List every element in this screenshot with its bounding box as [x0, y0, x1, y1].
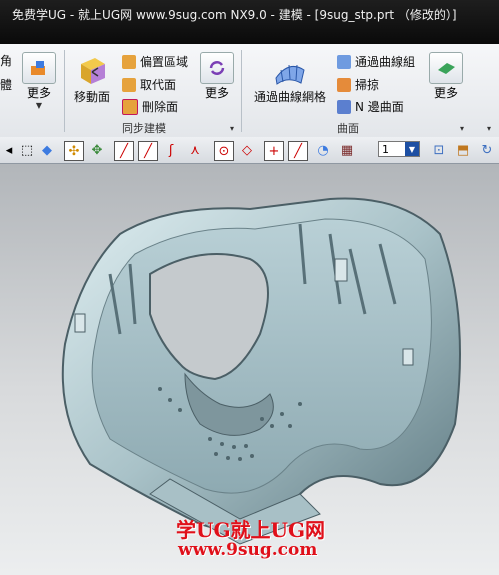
partial-command-bottom[interactable]: 體	[0, 76, 12, 93]
delete-face-icon	[122, 98, 138, 115]
window-title: 免费学UG - 就上UG网 www.9sug.com NX9.0 - 建模 - …	[12, 8, 457, 22]
snap-point-icon[interactable]: ✣	[64, 141, 84, 161]
chevron-down-icon: ▼	[35, 101, 43, 110]
offset-region-icon	[122, 54, 136, 69]
curve-mesh-icon	[273, 54, 307, 88]
through-curve-mesh-label: 通過曲線網格	[254, 90, 327, 104]
more-button-left[interactable]: 更多 ▼	[22, 52, 56, 110]
feature-icon	[22, 52, 56, 84]
view-orient-icon[interactable]: ⬒	[454, 141, 472, 159]
ribbon-options-icon[interactable]: ▾	[487, 124, 491, 133]
refresh-icon	[200, 52, 234, 84]
sweep-button[interactable]: 掃掠	[337, 76, 379, 93]
replace-face-icon	[122, 77, 136, 92]
point-on-face-icon[interactable]: ◔	[314, 141, 332, 159]
quadrant-icon[interactable]: ◇	[238, 141, 256, 159]
partial-command-top[interactable]: 角	[0, 52, 12, 69]
sweep-label: 掃掠	[355, 78, 380, 92]
zoom-select[interactable]: 1 ▼	[378, 141, 420, 157]
endpoint-icon[interactable]: ╱	[114, 141, 134, 161]
midpoint-icon[interactable]: ╱	[138, 141, 158, 161]
more-button-sync[interactable]: 更多	[200, 52, 234, 101]
through-curves-label: 通過曲線組	[355, 55, 416, 69]
move-face-label: 移動面	[74, 90, 111, 104]
grid-icon[interactable]: ▦	[338, 141, 356, 159]
watermark-line1: 学UG就上UG网	[176, 518, 326, 542]
curve-point-icon[interactable]: ʃ	[162, 141, 180, 159]
existing-point-icon[interactable]: +	[264, 141, 284, 161]
offset-region-label: 偏置區域	[140, 55, 189, 69]
partial-command-top-label: 角	[0, 54, 13, 68]
move-face-button[interactable]: 移動面	[74, 54, 110, 105]
delete-face-label: 刪除面	[142, 100, 179, 114]
sync-group-label: 同步建模	[122, 122, 166, 135]
replace-face-button[interactable]: 取代面	[122, 76, 176, 93]
point-on-curve-icon[interactable]: ╱	[288, 141, 308, 161]
intersection-icon[interactable]: ⋏	[186, 141, 204, 159]
through-curves-button[interactable]: 通過曲線組	[337, 53, 415, 70]
move-face-icon	[75, 54, 109, 88]
through-curves-icon	[337, 54, 351, 69]
surface-more-icon	[429, 52, 463, 84]
eraser-icon[interactable]: ⬚	[18, 141, 36, 159]
through-curve-mesh-button[interactable]: 通過曲線網格	[254, 54, 326, 105]
more-label-sync: 更多	[204, 86, 229, 100]
n-sided-surface-icon	[337, 99, 351, 114]
dropdown-arrow-icon[interactable]: ◂	[0, 141, 18, 159]
group-expand-icon[interactable]: ▾	[230, 124, 234, 133]
surface-group-label: 曲面	[337, 122, 359, 135]
chevron-down-icon: ▼	[405, 142, 419, 156]
partial-command-bottom-label: 體	[0, 78, 13, 92]
zoom-fit-icon[interactable]: ⊡	[430, 141, 448, 159]
more-label-surface: 更多	[433, 86, 458, 100]
group-divider	[64, 50, 65, 132]
group-divider	[241, 50, 242, 132]
group-expand-icon[interactable]: ▾	[460, 124, 464, 133]
ribbon: 角 體 更多 ▼ 移動面 偏置區域 取代面 刪除面 更多 同步建模 ▾ 通過曲線…	[0, 44, 499, 138]
watermark-line2: www.9sug.com	[178, 540, 318, 560]
title-bar: 免费学UG - 就上UG网 www.9sug.com NX9.0 - 建模 - …	[0, 0, 499, 44]
selection-toolbar: ◂ ⬚ ◆ ✣ ✥ ╱ ╱ ʃ ⋏ ⊙ ◇ + ╱ ◔ ▦ 1 ▼ ⊡ ⬒ ↻	[0, 137, 499, 164]
cube-icon[interactable]: ◆	[38, 141, 56, 159]
more-label-left: 更多	[26, 86, 51, 100]
more-button-surface[interactable]: 更多	[429, 52, 463, 101]
rotate-icon[interactable]: ↻	[478, 141, 496, 159]
zoom-select-value: 1	[382, 142, 389, 156]
snap-settings-icon[interactable]: ✥	[88, 141, 106, 159]
offset-region-button[interactable]: 偏置區域	[122, 53, 188, 70]
graphics-window[interactable]: 学UG就上UG网 www.9sug.com	[0, 164, 499, 575]
arc-center-icon[interactable]: ⊙	[214, 141, 234, 161]
n-sided-surface-button[interactable]: N 邊曲面	[337, 98, 404, 115]
delete-face-button[interactable]: 刪除面	[122, 98, 178, 115]
sweep-icon	[337, 77, 351, 92]
replace-face-label: 取代面	[140, 78, 177, 92]
n-sided-surface-label: N 邊曲面	[355, 100, 404, 114]
